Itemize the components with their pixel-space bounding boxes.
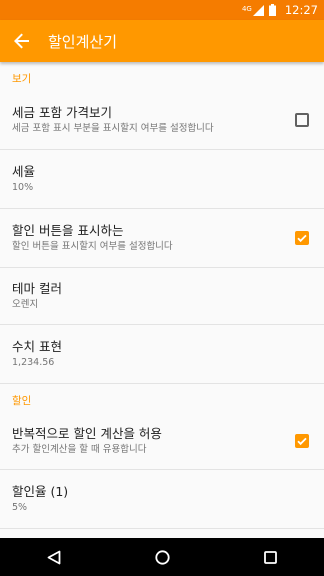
circle-home-icon <box>154 549 170 565</box>
pref-title: 세금 포함 가격보기 <box>12 104 112 120</box>
pref-title: 할인율 (1) <box>12 484 69 499</box>
square-recents-icon <box>263 550 277 564</box>
pref-tax-included[interactable]: 세금 포함 가격보기 세금 포함 표시 부분을 표시할지 여부를 설정합니다 <box>0 90 324 150</box>
section-header-view: 보기 <box>12 73 32 85</box>
repeat-discount-checkbox[interactable] <box>295 433 309 448</box>
check-icon <box>297 234 307 243</box>
pref-summary: 오렌지 <box>12 299 39 310</box>
pref-title: 할인 버튼을 표시하는 <box>12 223 124 238</box>
pref-title: 반복적으로 할인 계산을 허용 <box>12 425 162 441</box>
pref-summary: 10% <box>12 182 34 193</box>
section-header-discount: 할인 <box>12 395 32 407</box>
status-bar: 4G 12:27 <box>0 0 324 20</box>
pref-summary: 세금 포함 표시 부분을 표시할지 여부를 설정합니다 <box>12 122 214 134</box>
tax-included-checkbox[interactable] <box>295 112 309 127</box>
pref-summary: 5% <box>12 502 28 513</box>
check-icon <box>297 437 307 445</box>
signal-icon <box>252 4 264 16</box>
arrow-left-icon <box>14 33 29 49</box>
nav-recents-button[interactable] <box>250 538 290 576</box>
app-bar: 할인계산기 <box>0 20 324 62</box>
pref-title: 세율 <box>12 164 36 179</box>
pref-repeat-discount[interactable]: 반복적으로 할인 계산을 허용 추가 할인계산을 할 때 유용합니다 <box>0 412 324 470</box>
triangle-back-icon <box>47 550 61 564</box>
network-type-label: 4G <box>241 5 252 13</box>
pref-title: 수치 표현 <box>12 339 62 354</box>
pref-discount-rate-1[interactable]: 할인율 (1) 5% <box>0 470 324 529</box>
status-time: 12:27 <box>284 3 318 17</box>
page-title: 할인계산기 <box>48 32 118 51</box>
pref-theme-color[interactable]: 테마 컬러 오렌지 <box>0 268 324 325</box>
pref-tax-rate[interactable]: 세율 10% <box>0 150 324 209</box>
show-discount-buttons-checkbox[interactable] <box>295 231 309 245</box>
pref-summary: 1,234.56 <box>12 357 55 368</box>
pref-summary: 추가 할인계산을 할 때 유용합니다 <box>12 443 147 455</box>
settings-list: 보기 세금 포함 가격보기 세금 포함 표시 부분을 표시할지 여부를 설정합니… <box>0 62 324 538</box>
back-button[interactable] <box>2 20 42 62</box>
pref-title: 테마 컬러 <box>12 281 62 296</box>
pref-number-format[interactable]: 수치 표현 1,234.56 <box>0 325 324 384</box>
pref-summary: 할인 버튼을 표시할지 여부를 설정합니다 <box>12 241 173 252</box>
nav-home-button[interactable] <box>142 538 182 576</box>
pref-show-discount-buttons[interactable]: 할인 버튼을 표시하는 할인 버튼을 표시할지 여부를 설정합니다 <box>0 209 324 268</box>
nav-back-button[interactable] <box>34 538 74 576</box>
battery-icon <box>268 4 276 16</box>
system-nav-bar <box>0 538 324 576</box>
